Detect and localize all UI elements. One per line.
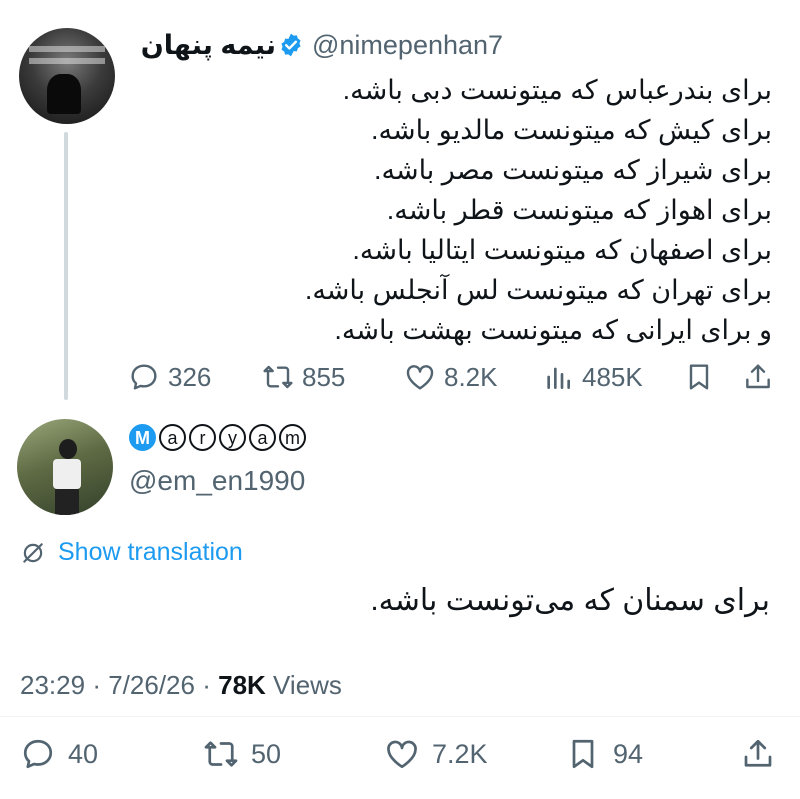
tweet-line: برای تهران که میتونست لس آنجلس باشه. [304, 275, 772, 305]
author-name[interactable]: نیمه پنهان [141, 30, 276, 61]
divider [0, 716, 800, 717]
heart-icon [387, 740, 417, 769]
bookmark-button[interactable]: 94 [565, 734, 643, 774]
bookmark-count: 94 [613, 738, 644, 769]
tweet-text: برای سمنان که می‌تونست باشه. [370, 584, 770, 617]
tweet-metadata: 23:29 · 7/26/26 · 78K Views [20, 670, 342, 701]
repost-count: 50 [251, 738, 282, 769]
translate-icon [23, 542, 43, 563]
views-button[interactable]: 485K [542, 357, 643, 397]
analytics-icon [547, 367, 570, 389]
author-handle[interactable]: @nimepenhan7 [312, 30, 503, 61]
show-translation-label: Show translation [58, 538, 243, 566]
show-translation-link[interactable]: Show translation [20, 538, 243, 567]
like-button[interactable]: 7.2K [384, 734, 488, 774]
name-letter: a [159, 424, 186, 451]
reply-icon [131, 364, 157, 390]
author-handle[interactable]: @em_en1990 [129, 465, 305, 497]
reply-button[interactable]: 40 [20, 734, 98, 774]
like-count: 8.2K [444, 361, 498, 392]
share-icon [746, 364, 770, 389]
bookmark-icon [689, 364, 709, 390]
repost-button[interactable]: 855 [262, 357, 345, 397]
tweet-line: برای بندرعباس که میتونست دبی باشه. [342, 75, 772, 105]
share-icon [744, 739, 772, 767]
name-letter: M [129, 424, 156, 451]
avatar-image-detail [53, 459, 81, 489]
tweet-line: برای اهواز که میتونست قطر باشه. [386, 195, 772, 225]
tweet-date[interactable]: 7/26/26 [108, 670, 195, 700]
tweet-line: برای اصفهان که میتونست ایتالیا باشه. [352, 235, 772, 265]
action-bar: 326 855 8.2K 485K [0, 357, 800, 397]
tweet-line: و برای ایرانی که میتونست بهشت باشه. [334, 315, 772, 345]
share-button[interactable] [740, 734, 776, 774]
avatar-image-detail [55, 489, 79, 515]
views-count: 485K [582, 361, 643, 392]
views-label: Views [273, 670, 342, 700]
avatar-image-detail [29, 58, 105, 64]
avatar-image-detail [47, 74, 81, 114]
action-bar: 40 50 7.2K 94 [0, 734, 800, 774]
name-letter: m [279, 424, 306, 451]
bookmark-button[interactable] [683, 357, 715, 397]
name-letter: a [249, 424, 276, 451]
repost-button[interactable]: 50 [203, 734, 281, 774]
avatar[interactable] [19, 28, 115, 124]
tweet-line: برای کیش که میتونست مالدیو باشه. [370, 115, 772, 145]
repost-count: 855 [302, 361, 346, 392]
tweet-text: برای بندرعباس که میتونست دبی باشه. برای … [132, 70, 772, 350]
reply-button[interactable]: 326 [128, 357, 211, 397]
avatar-image-detail [29, 46, 105, 52]
avatar[interactable] [17, 419, 113, 515]
views-count: 78K [218, 670, 266, 700]
like-count: 7.2K [432, 738, 488, 769]
avatar-image-detail [59, 439, 77, 459]
bookmark-icon [572, 739, 594, 769]
reply-icon [23, 739, 53, 769]
tweet-time[interactable]: 23:29 [20, 670, 85, 700]
author-name[interactable]: M a r y a m [129, 424, 306, 451]
separator-dot: · [202, 670, 211, 700]
verified-badge-icon [281, 33, 301, 57]
separator-dot: · [92, 670, 101, 700]
repost-icon [204, 741, 238, 767]
reply-count: 326 [168, 361, 212, 392]
tweet-line: برای شیراز که میتونست مصر باشه. [373, 155, 772, 185]
reply-count: 40 [68, 738, 99, 769]
name-letter: y [219, 424, 246, 451]
heart-icon [406, 365, 434, 390]
like-button[interactable]: 8.2K [404, 357, 498, 397]
name-letter: r [189, 424, 216, 451]
share-button[interactable] [742, 357, 774, 397]
repost-icon [263, 365, 293, 389]
